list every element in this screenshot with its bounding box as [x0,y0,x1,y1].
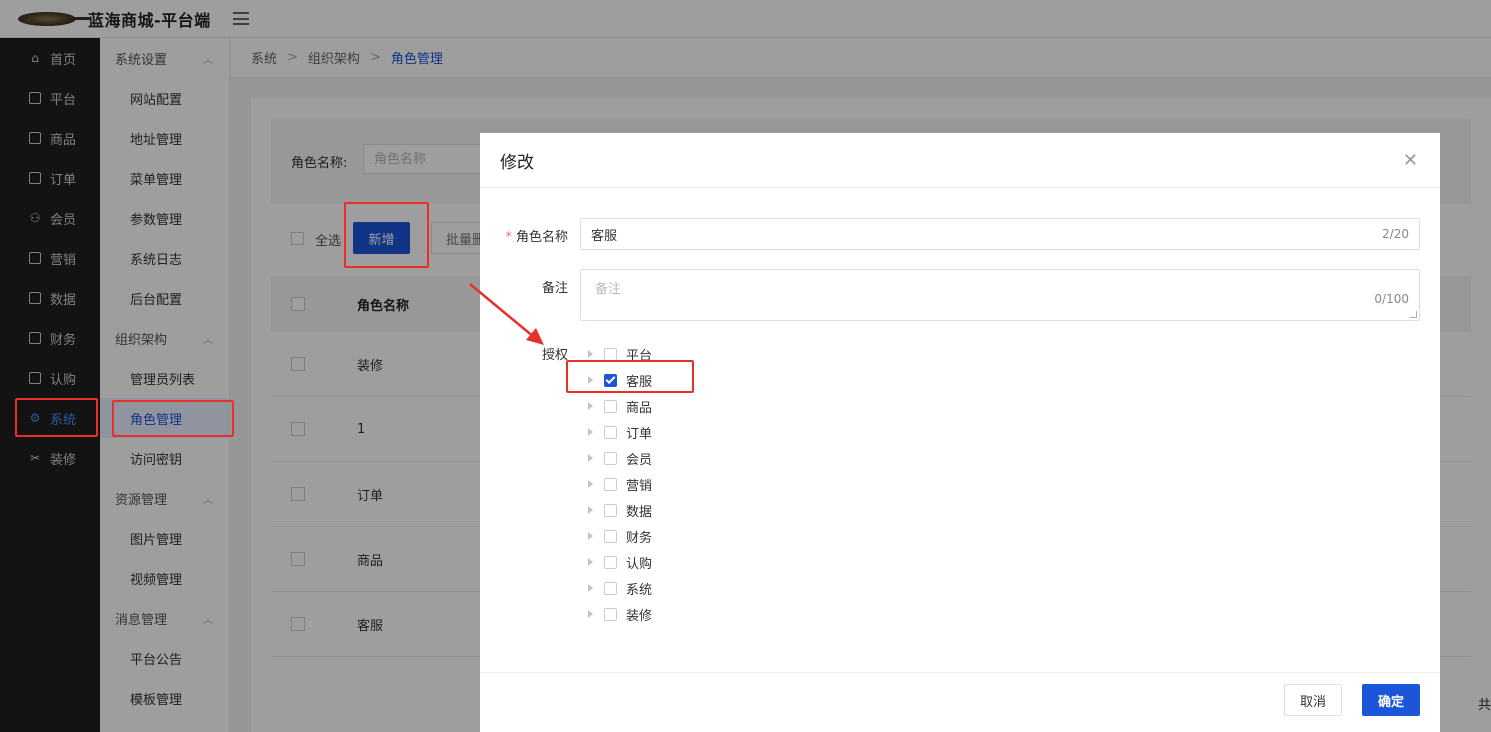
caret-right-icon[interactable] [588,584,593,592]
edit-role-dialog: 修改 ✕ * 角色名称 客服 2/20 备注 备注 0/100 授权 平台 客服 … [480,133,1440,732]
remark-label: 备注 [541,281,568,296]
auth-label: 授权 [541,348,568,363]
tree-node-members[interactable]: 会员 [588,445,888,471]
role-name-value: 客服 [591,228,618,244]
caret-right-icon[interactable] [588,506,593,514]
tree-checkbox[interactable] [604,425,617,439]
tree-node-orders[interactable]: 订单 [588,419,888,445]
caret-right-icon[interactable] [588,610,593,618]
confirm-button[interactable]: 确定 [1362,684,1420,716]
tree-checkbox[interactable] [604,581,617,595]
tree-node-platform[interactable]: 平台 [588,341,888,367]
close-icon[interactable]: ✕ [1403,150,1418,171]
caret-right-icon[interactable] [588,402,593,410]
remark-counter: 0/100 [1374,292,1409,306]
remark-placeholder: 备注 [595,282,622,297]
dialog-header: 修改 ✕ [480,133,1440,188]
tree-node-subscribe[interactable]: 认购 [588,549,888,575]
tree-checkbox[interactable] [604,529,617,543]
permission-tree: 平台 客服 商品 订单 会员 营销 数据 财务 认购 系统 装修 [588,341,888,627]
caret-right-icon[interactable] [588,558,593,566]
cancel-button[interactable]: 取消 [1284,684,1342,716]
tree-checkbox[interactable] [604,555,617,569]
caret-right-icon[interactable] [588,350,593,358]
tree-checkbox[interactable] [604,477,617,491]
tree-checkbox[interactable] [604,399,617,413]
tree-checkbox[interactable] [604,451,617,465]
role-name-input[interactable]: 客服 2/20 [580,218,1420,250]
caret-right-icon[interactable] [588,532,593,540]
role-name-label: * 角色名称 [505,230,568,245]
tree-node-system[interactable]: 系统 [588,575,888,601]
tree-node-goods[interactable]: 商品 [588,393,888,419]
role-name-counter: 2/20 [1382,227,1409,241]
tree-node-service[interactable]: 客服 [588,367,888,393]
dialog-footer: 取消 确定 [480,672,1440,732]
tree-node-data[interactable]: 数据 [588,497,888,523]
caret-right-icon[interactable] [588,480,593,488]
tree-checkbox[interactable] [604,503,617,517]
caret-right-icon[interactable] [588,376,593,384]
dialog-title: 修改 [500,152,534,173]
tree-checkbox-checked[interactable] [604,373,617,387]
tree-node-finance[interactable]: 财务 [588,523,888,549]
tree-node-marketing[interactable]: 营销 [588,471,888,497]
caret-right-icon[interactable] [588,428,593,436]
caret-right-icon[interactable] [588,454,593,462]
tree-checkbox[interactable] [604,607,617,621]
resize-handle-icon[interactable] [1410,311,1417,318]
tree-checkbox[interactable] [604,347,617,361]
tree-node-decor[interactable]: 装修 [588,601,888,627]
remark-textarea[interactable]: 备注 0/100 [580,269,1420,321]
